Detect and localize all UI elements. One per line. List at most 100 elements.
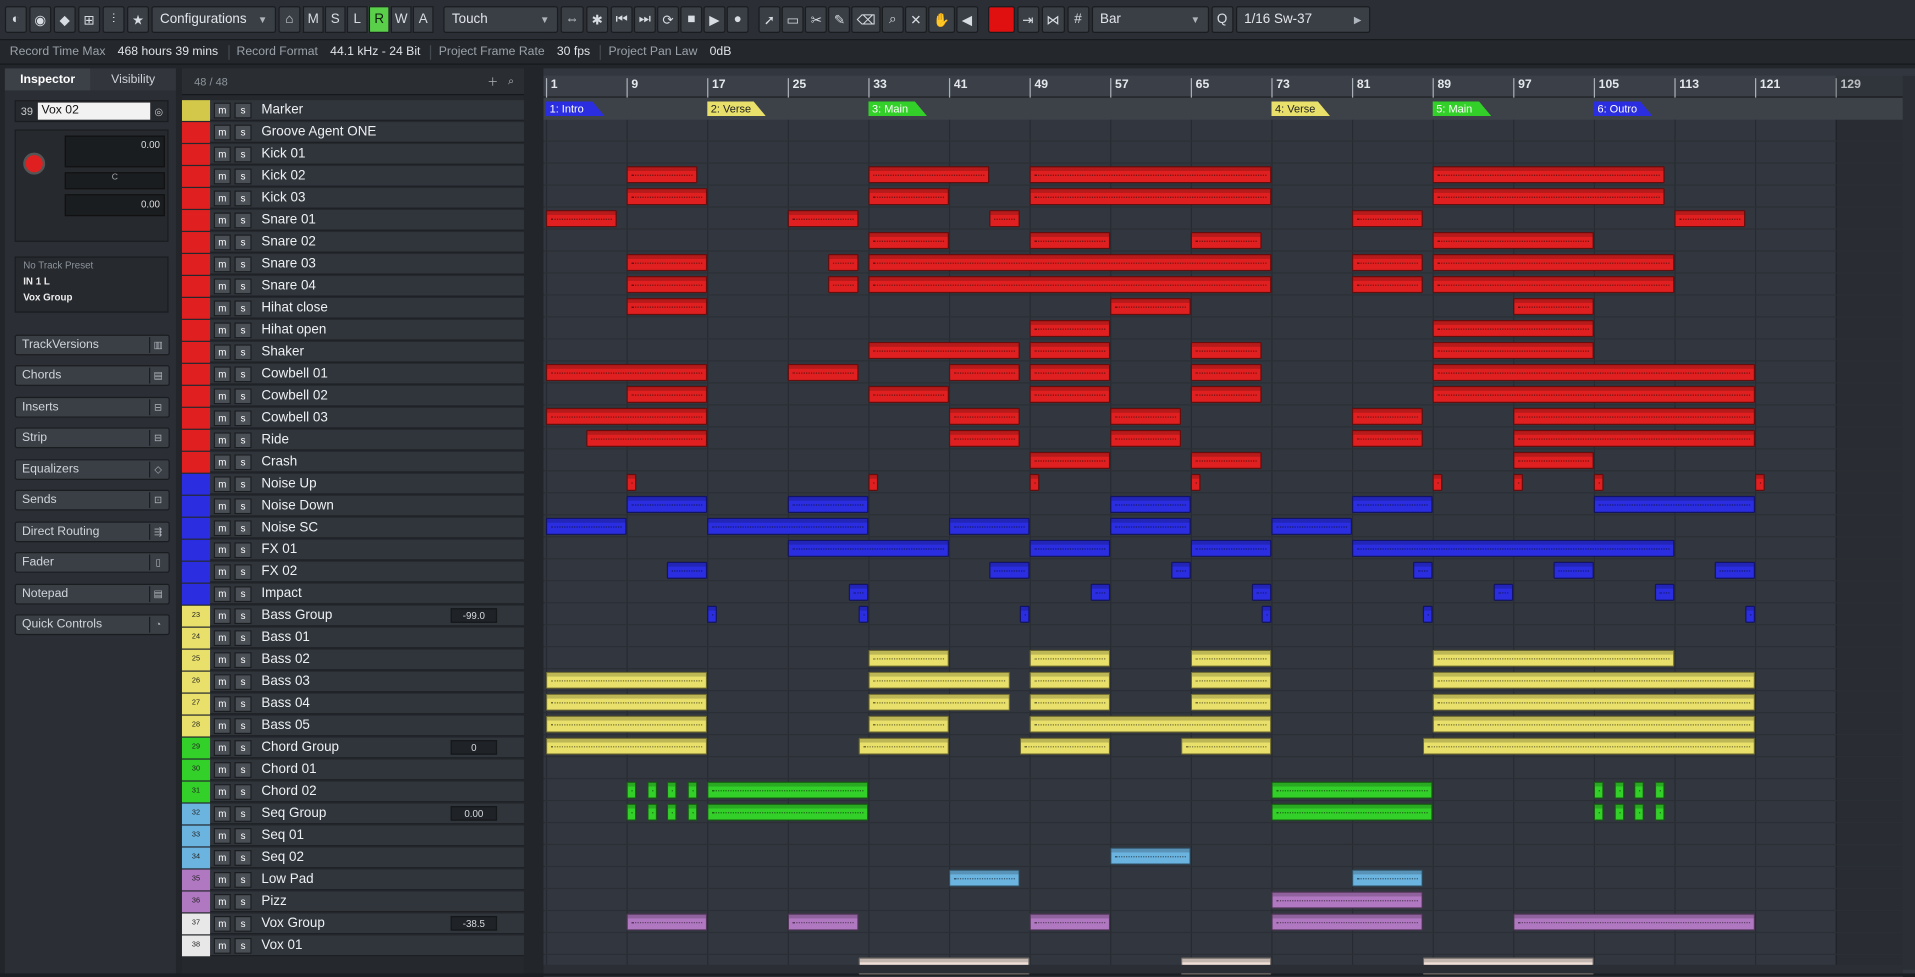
track-color-strip[interactable] [181, 209, 211, 231]
track-color-strip[interactable]: 35 [181, 868, 211, 890]
pan-law-value[interactable]: 0dB [710, 45, 732, 58]
event-part[interactable] [1110, 517, 1191, 535]
track-row[interactable]: m s Noise Down [181, 495, 524, 517]
mute-button[interactable]: m [213, 849, 231, 866]
solo-button[interactable]: s [234, 827, 252, 844]
event-part[interactable] [868, 188, 949, 206]
event-part[interactable] [1190, 671, 1272, 689]
mute-button[interactable]: m [213, 409, 231, 426]
mute-button[interactable]: m [213, 343, 231, 360]
draw-icon[interactable]: ✎ [828, 6, 851, 33]
track-color-strip[interactable]: 30 [181, 759, 211, 780]
track-color-strip[interactable] [181, 99, 211, 121]
event-part[interactable] [1190, 693, 1272, 711]
pan-control[interactable]: C [64, 172, 165, 190]
event-part[interactable] [1029, 715, 1272, 733]
track-color-strip[interactable] [181, 473, 211, 495]
solo-button[interactable]: s [234, 607, 252, 624]
track-color-strip[interactable] [181, 429, 211, 451]
event-part[interactable] [545, 210, 617, 228]
track-row[interactable]: m s Crash [181, 451, 524, 473]
nudge-star-icon[interactable]: ✱ [586, 6, 609, 33]
solo-button[interactable]: s [234, 189, 252, 206]
event-part[interactable] [586, 429, 708, 447]
event-part[interactable] [1029, 232, 1111, 250]
track-value-field[interactable]: 0 [450, 740, 498, 755]
event-part[interactable] [1351, 254, 1423, 272]
solo-button[interactable]: s [234, 915, 252, 932]
event-part[interactable] [686, 781, 698, 799]
event-part[interactable] [1351, 210, 1423, 228]
event-part[interactable] [1029, 451, 1111, 469]
track-row[interactable]: m s Kick 02 [181, 165, 524, 187]
event-part[interactable] [1110, 407, 1181, 426]
section-notepad[interactable]: Notepad ▤ [14, 583, 170, 605]
marker[interactable]: 3: Main [868, 101, 927, 116]
event-part[interactable] [626, 803, 637, 821]
event-part[interactable] [1654, 803, 1665, 821]
event-part[interactable] [626, 297, 708, 316]
event-part[interactable] [1271, 803, 1433, 821]
solo-button[interactable]: s [234, 519, 252, 536]
event-part[interactable] [1170, 561, 1191, 579]
event-part[interactable] [1110, 297, 1191, 316]
mslrwa-a[interactable]: A [412, 6, 434, 33]
solo-button[interactable]: s [234, 805, 252, 822]
event-part[interactable] [1251, 583, 1272, 601]
event-part[interactable] [1029, 385, 1111, 404]
track-color-strip[interactable]: 37 [181, 912, 211, 934]
track-row[interactable]: m s Noise Up [181, 473, 524, 495]
mute-button[interactable]: m [213, 233, 231, 250]
mslrwa-w[interactable]: W [390, 6, 412, 33]
play-icon[interactable]: ▶ [703, 6, 726, 33]
track-row[interactable]: m s Cowbell 03 [181, 407, 524, 429]
split-icon[interactable]: ✂ [805, 6, 828, 33]
track-row[interactable]: m s Noise SC [181, 517, 524, 539]
solo-button[interactable]: s [234, 365, 252, 382]
track-row[interactable]: 26 m s Bass 03 [181, 671, 524, 693]
track-color-strip[interactable]: 31 [181, 781, 211, 802]
track-color-strip[interactable] [181, 495, 211, 516]
pan-fader[interactable]: 0.00 [64, 194, 165, 217]
configurations-dropdown[interactable]: Configurations ▼ [151, 6, 277, 33]
event-part[interactable] [948, 429, 1020, 447]
solo-button[interactable]: s [234, 629, 252, 646]
event-part[interactable] [1432, 232, 1594, 250]
event-part[interactable] [868, 385, 949, 404]
event-part[interactable] [1190, 341, 1262, 360]
marker[interactable]: 2: Verse [707, 101, 766, 116]
edit-icon[interactable]: ◎ [150, 106, 167, 117]
event-part[interactable] [1513, 473, 1524, 491]
track-color-strip[interactable]: 32 [181, 803, 211, 824]
track-row[interactable]: 32 m s Seq Group 0.00 [181, 803, 524, 825]
track-color-strip[interactable] [181, 231, 211, 253]
event-part[interactable] [858, 737, 949, 755]
mute-button[interactable]: m [213, 475, 231, 492]
event-part[interactable] [626, 913, 708, 931]
track-color-strip[interactable] [181, 363, 211, 385]
mute-button[interactable]: m [213, 101, 231, 118]
event-part[interactable] [1029, 693, 1111, 711]
settings-icon[interactable]: ◉ [29, 6, 52, 33]
event-part[interactable] [1613, 803, 1625, 821]
event-part[interactable] [545, 715, 708, 733]
event-part[interactable] [686, 803, 698, 821]
track-color-strip[interactable]: 34 [181, 846, 211, 868]
mute-button[interactable]: m [213, 695, 231, 712]
event-part[interactable] [1029, 671, 1111, 689]
track-color-strip[interactable]: 36 [181, 890, 211, 912]
mute-button[interactable]: m [213, 805, 231, 822]
mute-button[interactable]: m [213, 387, 231, 404]
range-icon[interactable]: ▭ [781, 6, 805, 33]
event-part[interactable] [707, 781, 869, 799]
solo-button[interactable]: s [234, 277, 252, 294]
track-row[interactable]: m s Snare 03 [181, 253, 524, 275]
section-quick-controls[interactable]: Quick Controls ◔ [14, 614, 170, 636]
event-part[interactable] [1190, 363, 1262, 382]
event-part[interactable] [1190, 232, 1262, 250]
solo-button[interactable]: s [234, 783, 252, 800]
mute-button[interactable]: m [213, 783, 231, 800]
record-enable-button[interactable] [23, 152, 46, 175]
solo-button[interactable]: s [234, 563, 252, 580]
track-color-strip[interactable]: 33 [181, 824, 211, 846]
